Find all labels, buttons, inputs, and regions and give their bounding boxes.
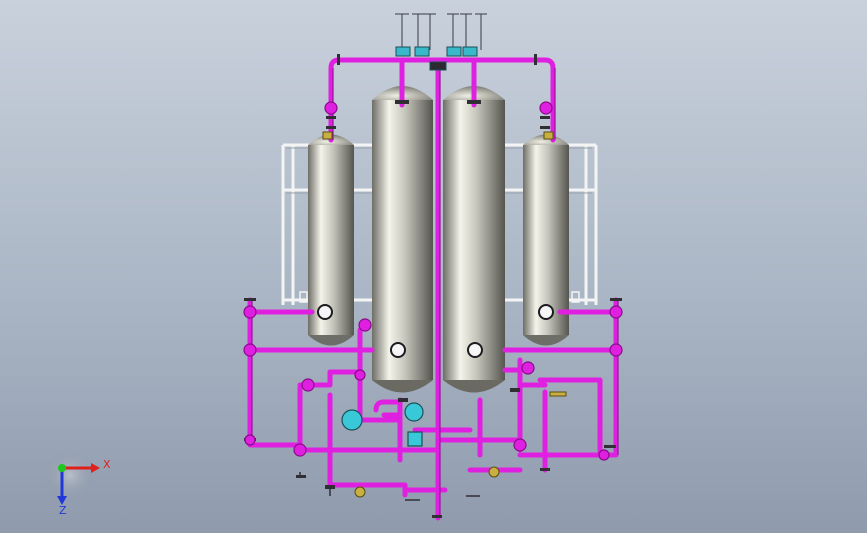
piping-assembly-model[interactable] [0,0,867,533]
z-axis-label: Z [59,504,67,517]
cyan-check-valves[interactable] [341,402,424,447]
orientation-triad [44,449,100,505]
x-axis-label: X [103,458,111,471]
cad-viewport[interactable]: X Z [0,0,867,533]
top-instrument-stems [395,13,487,50]
